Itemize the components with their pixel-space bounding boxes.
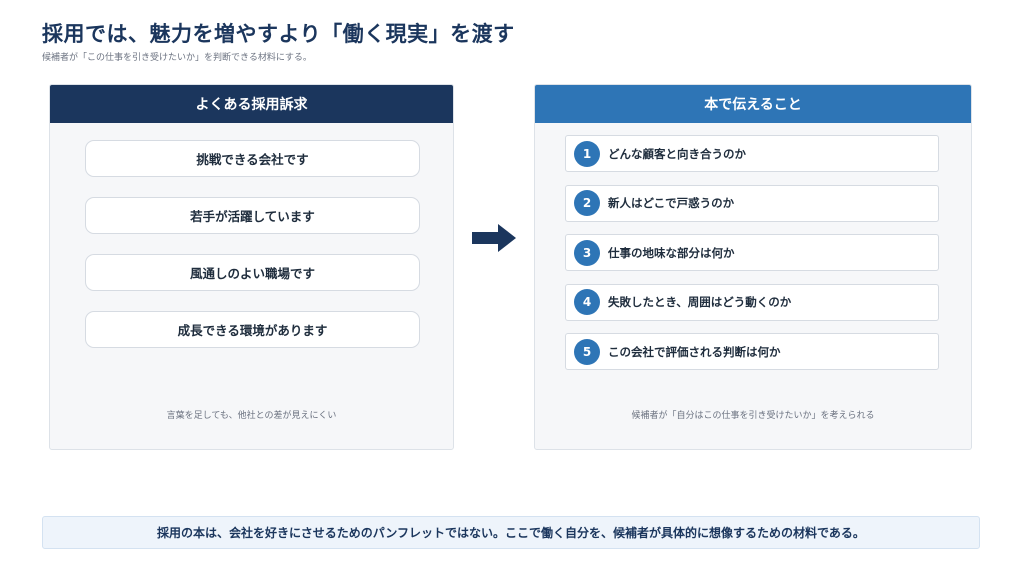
point-list: 1 どんな顧客と向き合うのか 2 新人はどこで戸惑うのか 3 仕事の地味な部分は…	[565, 135, 939, 383]
book-content-panel: 本で伝えること 1 どんな顧客と向き合うのか 2 新人はどこで戸惑うのか 3 仕…	[534, 84, 972, 450]
point-text: 仕事の地味な部分は何か	[608, 245, 735, 260]
point-item: 4 失敗したとき、周囲はどう動くのか	[565, 283, 939, 321]
point-text: この会社で評価される判断は何か	[608, 344, 781, 359]
appeal-item: 挑戦できる会社です	[85, 140, 420, 177]
point-text: どんな顧客と向き合うのか	[608, 146, 746, 161]
common-appeals-note: 言葉を足しても、他社との差が見えにくい	[166, 411, 337, 421]
point-item: 1 どんな顧客と向き合うのか	[565, 135, 939, 172]
point-text: 新人はどこで戸惑うのか	[608, 196, 735, 210]
number-badge: 3	[574, 239, 600, 266]
point-item: 2 新人はどこで戸惑うのか	[565, 184, 939, 222]
appeal-item: 風通しのよい職場です	[85, 254, 420, 291]
page-subtitle: 候補者が「この仕事を引き受けたいか」を判断できる材料にする。	[42, 53, 312, 63]
point-item: 3 仕事の地味な部分は何か	[565, 234, 939, 271]
key-message-bar: 採用の本は、会社を好きにさせるためのパンフレットではない。ここで働く自分を、候補…	[42, 516, 980, 549]
number-badge: 5	[574, 338, 600, 365]
common-appeals-header: よくある採用訴求	[50, 85, 453, 123]
right-arrow-icon	[472, 224, 516, 252]
number-badge: 2	[574, 190, 600, 216]
page-title: 採用では、魅力を増やすより「働く現実」を渡す	[42, 22, 515, 46]
appeal-item: 若手が活躍しています	[85, 197, 420, 234]
appeal-item: 成長できる環境があります	[85, 311, 420, 348]
number-badge: 4	[574, 289, 600, 315]
book-content-header: 本で伝えること	[535, 85, 971, 123]
point-text: 失敗したとき、周囲はどう動くのか	[608, 295, 792, 309]
appeal-list: 挑戦できる会社です 若手が活躍しています 風通しのよい職場です 成長できる環境が…	[85, 140, 420, 368]
point-item: 5 この会社で評価される判断は何か	[565, 333, 939, 370]
book-content-note: 候補者が「自分はこの仕事を引き受けたいか」を考えられる	[631, 411, 875, 421]
number-badge: 1	[574, 140, 600, 167]
common-appeals-panel: よくある採用訴求 挑戦できる会社です 若手が活躍しています 風通しのよい職場です…	[49, 84, 454, 450]
